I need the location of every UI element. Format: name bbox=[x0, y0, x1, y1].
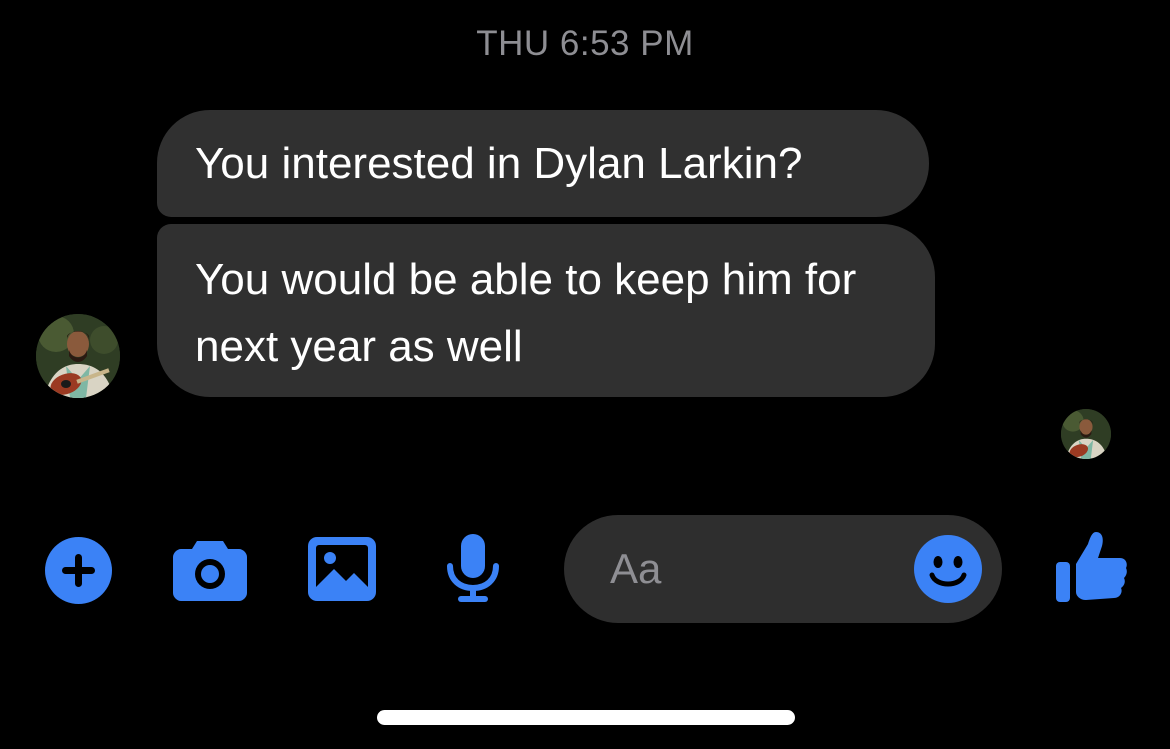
message-bubble[interactable]: You interested in Dylan Larkin? bbox=[157, 110, 929, 217]
message-bubble[interactable]: You would be able to keep him for next y… bbox=[157, 224, 935, 397]
sender-avatar[interactable] bbox=[36, 314, 120, 398]
read-receipt-avatar bbox=[1061, 409, 1111, 459]
thumbs-up-icon bbox=[1056, 532, 1127, 602]
like-button[interactable] bbox=[1056, 530, 1128, 604]
add-attachment-button[interactable] bbox=[45, 537, 112, 604]
camera-icon bbox=[173, 541, 247, 601]
microphone-icon bbox=[447, 534, 499, 602]
emoji-icon bbox=[914, 535, 982, 603]
message-composer[interactable] bbox=[564, 515, 1002, 623]
emoji-button[interactable] bbox=[914, 535, 982, 603]
gallery-icon bbox=[308, 537, 376, 601]
microphone-button[interactable] bbox=[444, 534, 502, 604]
plus-circle-icon bbox=[45, 537, 112, 604]
profile-photo-icon bbox=[1061, 409, 1111, 459]
message-input[interactable] bbox=[610, 539, 910, 599]
gallery-button[interactable] bbox=[308, 537, 376, 601]
message-timestamp: THU 6:53 PM bbox=[476, 24, 694, 63]
profile-photo-icon bbox=[36, 314, 120, 398]
camera-button[interactable] bbox=[173, 537, 247, 601]
home-indicator[interactable] bbox=[377, 710, 795, 725]
